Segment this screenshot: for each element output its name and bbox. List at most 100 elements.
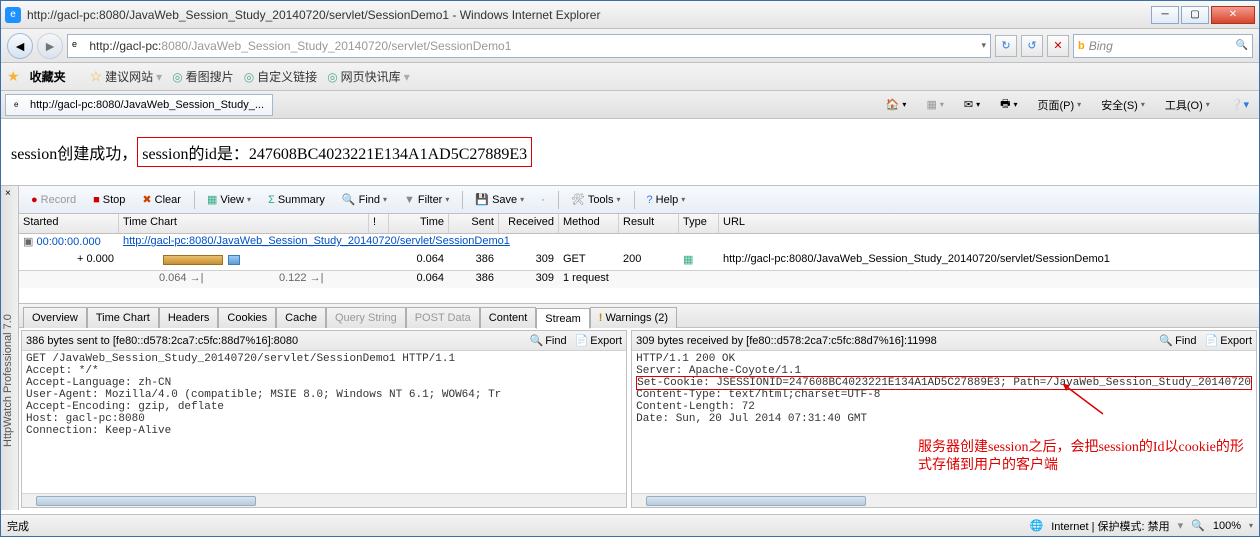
response-panel: 309 bytes received by [fe80::d578:2ca7:c…	[631, 330, 1257, 508]
page-icon: e	[72, 39, 86, 53]
request-row[interactable]: + 0.000 0.064 386 309 GET 200 ▦ http://g…	[19, 252, 1259, 270]
tab-overview[interactable]: Overview	[23, 307, 87, 328]
titlebar: e http://gacl-pc:8080/JavaWeb_Session_St…	[1, 1, 1259, 29]
request-body[interactable]: GET /JavaWeb_Session_Study_20140720/serv…	[22, 351, 626, 493]
detail-tabs: Overview Time Chart Headers Cookies Cach…	[19, 304, 1259, 328]
favorites-bar: ★ 收藏夹 ☆建议网站 ▾ ◎看图搜片 ◎自定义链接 ◎网页快讯库 ▾	[1, 63, 1259, 91]
res-find-button[interactable]: 🔍 Find	[1159, 334, 1196, 347]
col-timechart[interactable]: Time Chart	[119, 214, 369, 233]
response-body[interactable]: HTTP/1.1 200 OK Server: Apache-Coyote/1.…	[632, 351, 1256, 493]
summary-row: 0.064 →|0.122 →| 0.064 386 309 1 request	[19, 270, 1259, 288]
tab-title: http://gacl-pc:8080/JavaWeb_Session_Stud…	[30, 99, 264, 111]
find-button[interactable]: 🔍Find	[336, 189, 394, 211]
url-path: /JavaWeb_Session_Study_20140720/servlet/…	[188, 39, 511, 53]
filter-button[interactable]: ▼Filter	[398, 189, 456, 211]
res-export-button[interactable]: 📄 Export	[1205, 334, 1253, 347]
req-scrollbar[interactable]	[22, 493, 626, 507]
tools-menu[interactable]: 工具(O)	[1159, 95, 1216, 115]
minimize-button[interactable]: ─	[1151, 6, 1179, 24]
annotation-arrow-icon	[1058, 379, 1108, 423]
res-scrollbar[interactable]	[632, 493, 1256, 507]
group-row[interactable]: ▣ 00:00:00.000 http://gacl-pc:8080/JavaW…	[19, 234, 1259, 252]
col-type[interactable]: Type	[679, 214, 719, 233]
col-recv[interactable]: Received	[499, 214, 559, 233]
status-bar: 完成 🌐 Internet | 保护模式: 禁用 ▾ 🔍 100% ▾	[1, 514, 1259, 536]
nav-toolbar: ◄ ► e http://gacl-pc:8080/JavaWeb_Sessio…	[1, 29, 1259, 63]
view-button[interactable]: ▦View	[201, 189, 258, 211]
req-export-button[interactable]: 📄 Export	[575, 334, 623, 347]
tab-content[interactable]: Content	[480, 307, 537, 328]
url-port: 8080	[161, 39, 188, 53]
tab-querystring[interactable]: Query String	[326, 307, 406, 328]
set-cookie-highlight: Set-Cookie: JSESSIONID=247608BC4023221E1…	[636, 376, 1252, 390]
tab-cache[interactable]: Cache	[276, 307, 326, 328]
stop-button[interactable]: ✕	[1047, 35, 1069, 57]
page-tab[interactable]: e http://gacl-pc:8080/JavaWeb_Session_St…	[5, 94, 273, 116]
zoom-icon[interactable]: 🔍	[1191, 519, 1205, 532]
protected-mode-icon[interactable]: ▾	[1178, 519, 1184, 532]
fav-link-suggest[interactable]: ☆建议网站 ▾	[90, 68, 163, 85]
tab-cookies[interactable]: Cookies	[218, 307, 276, 328]
col-url[interactable]: URL	[719, 214, 1259, 233]
help-button[interactable]: ❔▾	[1224, 95, 1255, 115]
search-box[interactable]: b Bing 🔍	[1073, 34, 1253, 58]
tab-postdata[interactable]: POST Data	[406, 307, 480, 328]
export-icon-button[interactable]: ·	[535, 189, 552, 211]
home-button[interactable]: 🏠 ▾	[880, 95, 913, 115]
page-menu[interactable]: 页面(P)	[1032, 95, 1088, 115]
tab-headers[interactable]: Headers	[159, 307, 219, 328]
request-panel: 386 bytes sent to [fe80::d578:2ca7:c5fc:…	[21, 330, 627, 508]
search-icon[interactable]: 🔍	[1236, 40, 1248, 51]
content-prefix: session创建成功，	[11, 146, 137, 163]
record-button[interactable]: ●Record	[25, 189, 83, 211]
safety-menu[interactable]: 安全(S)	[1095, 95, 1151, 115]
window-title: http://gacl-pc:8080/JavaWeb_Session_Stud…	[27, 8, 1151, 22]
favorites-label[interactable]: 收藏夹	[30, 68, 66, 85]
close-button[interactable]: ✕	[1211, 6, 1255, 24]
clear-button[interactable]: ✖Clear	[136, 189, 188, 211]
fav-link-feed[interactable]: ◎网页快讯库 ▾	[327, 68, 410, 85]
tab-timechart[interactable]: Time Chart	[87, 307, 159, 328]
request-panel-title: 386 bytes sent to [fe80::d578:2ca7:c5fc:…	[26, 335, 298, 347]
bing-icon: b	[1078, 40, 1085, 52]
zoom-label: 100%	[1213, 520, 1241, 532]
col-started[interactable]: Started	[19, 214, 119, 233]
col-ex[interactable]: !	[369, 214, 389, 233]
req-find-button[interactable]: 🔍 Find	[529, 334, 566, 347]
fav-link-image[interactable]: ◎看图搜片	[172, 68, 234, 85]
refresh-button[interactable]: ↻	[995, 35, 1017, 57]
stop-hw-button[interactable]: ■Stop	[87, 189, 132, 211]
time-chart-bar	[123, 253, 363, 267]
col-method[interactable]: Method	[559, 214, 619, 233]
feeds-button[interactable]: ▦ ▾	[920, 95, 949, 115]
summary-button[interactable]: ΣSummary	[262, 189, 332, 211]
favorites-star-icon[interactable]: ★	[7, 68, 20, 85]
col-result[interactable]: Result	[619, 214, 679, 233]
tools-hw-button[interactable]: 🛠Tools	[565, 189, 628, 211]
type-icon: ▦	[683, 254, 693, 266]
httpwatch-panel: × HttpWatch Professional 7.0 ●Record ■St…	[1, 185, 1259, 510]
zoom-dropdown[interactable]: ▾	[1249, 521, 1253, 530]
panel-close-icon[interactable]: ×	[5, 188, 11, 199]
maximize-button[interactable]: ▢	[1181, 6, 1209, 24]
print-button[interactable]: 🖶 ▾	[994, 95, 1023, 115]
save-hw-button[interactable]: 💾Save	[469, 189, 531, 211]
fav-link-custom[interactable]: ◎自定义链接	[244, 68, 318, 85]
col-time[interactable]: Time	[389, 214, 449, 233]
tab-stream[interactable]: Stream	[536, 308, 589, 329]
tab-warnings[interactable]: Warnings (2)	[590, 307, 677, 328]
ie-icon: e	[5, 7, 21, 23]
help-hw-button[interactable]: ?Help	[641, 189, 693, 211]
mail-button[interactable]: ✉ ▾	[958, 95, 986, 115]
address-bar[interactable]: e http://gacl-pc:8080/JavaWeb_Session_St…	[67, 34, 991, 58]
request-grid: Started Time Chart ! Time Sent Received …	[19, 214, 1259, 304]
httpwatch-sidebar: × HttpWatch Professional 7.0	[1, 186, 19, 510]
tab-favicon: e	[14, 99, 26, 111]
col-sent[interactable]: Sent	[449, 214, 499, 233]
page-content: session创建成功，session的id是：247608BC4023221E…	[1, 119, 1259, 185]
forward-button[interactable]: ►	[37, 33, 63, 59]
refresh-alt-button[interactable]: ↺	[1021, 35, 1043, 57]
globe-icon: 🌐	[1030, 519, 1044, 532]
addr-dropdown-icon[interactable]: ▾	[981, 40, 986, 51]
back-button[interactable]: ◄	[7, 33, 33, 59]
